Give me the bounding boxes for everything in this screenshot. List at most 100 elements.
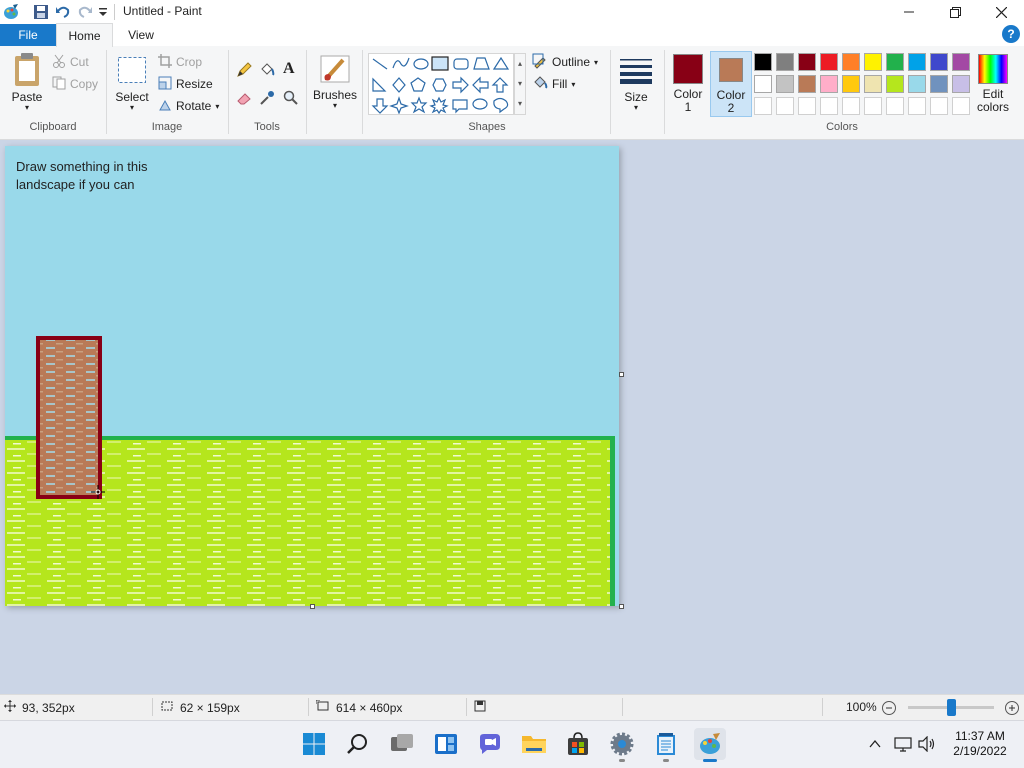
rainbow-icon	[978, 54, 1008, 84]
resize-button[interactable]: Resize	[158, 75, 213, 93]
palette-swatch[interactable]	[842, 97, 860, 115]
pencil-icon[interactable]	[236, 62, 252, 78]
system-clock[interactable]: 11:37 AM 2/19/2022	[944, 729, 1016, 759]
palette-swatch[interactable]	[754, 97, 772, 115]
start-button[interactable]	[298, 728, 330, 760]
paint-taskbar-button[interactable]	[694, 728, 726, 760]
palette-swatch[interactable]	[908, 53, 926, 71]
zoom-slider-thumb[interactable]	[947, 699, 956, 716]
palette-swatch[interactable]	[864, 97, 882, 115]
redo-icon[interactable]	[77, 4, 93, 20]
fill-bucket-icon[interactable]	[259, 62, 275, 78]
palette-swatch[interactable]	[886, 75, 904, 93]
copy-button[interactable]: Copy	[52, 75, 98, 93]
outline-button[interactable]: Outline ▾	[532, 53, 598, 71]
palette-swatch[interactable]	[754, 75, 772, 93]
color1-button[interactable]: Color 1	[668, 52, 708, 116]
palette-swatch[interactable]	[952, 75, 970, 93]
help-icon[interactable]: ?	[1002, 25, 1020, 43]
palette-swatch[interactable]	[776, 97, 794, 115]
restore-button[interactable]	[932, 0, 978, 24]
color2-button[interactable]: Color 2	[710, 51, 752, 117]
palette-swatch[interactable]	[864, 75, 882, 93]
palette-swatch[interactable]	[930, 53, 948, 71]
paint-icon	[700, 733, 720, 754]
crop-button[interactable]: Crop	[158, 53, 202, 71]
crop-icon	[158, 53, 172, 71]
customize-quick-access-icon[interactable]	[98, 6, 108, 18]
palette-swatch[interactable]	[776, 53, 794, 71]
minimize-button[interactable]	[886, 0, 932, 24]
palette-swatch[interactable]	[820, 53, 838, 71]
resize-handle-corner[interactable]	[619, 604, 624, 609]
zoom-out-button[interactable]	[881, 700, 897, 716]
resize-handle-bottom[interactable]	[310, 604, 315, 609]
selection-size-text: 62 × 159px	[180, 700, 240, 715]
fill-button[interactable]: Fill ▾	[532, 75, 575, 93]
palette-swatch[interactable]	[864, 53, 882, 71]
palette-swatch[interactable]	[754, 53, 772, 71]
palette-swatch[interactable]	[798, 53, 816, 71]
palette-swatch[interactable]	[930, 75, 948, 93]
palette-swatch[interactable]	[842, 75, 860, 93]
tab-view[interactable]: View	[113, 24, 169, 46]
clock-date: 2/19/2022	[953, 744, 1007, 758]
eraser-icon[interactable]	[236, 90, 252, 106]
chevron-up-icon[interactable]	[868, 737, 882, 751]
palette-swatch[interactable]	[820, 75, 838, 93]
edit-colors-button[interactable]: Edit colors	[974, 52, 1012, 116]
palette-swatch[interactable]	[820, 97, 838, 115]
task-view-button[interactable]	[386, 728, 418, 760]
search-button[interactable]	[342, 728, 374, 760]
volume-icon[interactable]	[918, 735, 936, 753]
zoom-level-text: 100%	[846, 700, 877, 714]
store-button[interactable]	[562, 728, 594, 760]
shapes-gallery[interactable]	[368, 53, 514, 115]
close-button[interactable]	[978, 0, 1024, 24]
cut-button[interactable]: Cut	[52, 53, 89, 71]
running-indicator	[619, 759, 625, 762]
palette-swatch[interactable]	[798, 97, 816, 115]
paint-app-icon[interactable]	[2, 3, 20, 21]
rotate-button[interactable]: Rotate ▾	[158, 97, 219, 115]
color-picker-icon[interactable]	[259, 90, 275, 106]
widgets-button[interactable]	[430, 728, 462, 760]
text-tool-icon[interactable]: A	[283, 60, 299, 78]
zoom-in-button[interactable]	[1004, 700, 1020, 716]
size-button[interactable]: Size ▾	[616, 52, 656, 116]
magnifier-icon[interactable]	[283, 90, 299, 106]
palette-swatch[interactable]	[908, 97, 926, 115]
drawing-canvas[interactable]: Draw something in this landscape if you …	[5, 146, 619, 606]
shapes-scrollbar[interactable]: ▴ ▾ ▾	[514, 53, 526, 115]
brush-icon	[319, 52, 351, 86]
tab-home[interactable]: Home	[56, 23, 113, 47]
palette-swatch[interactable]	[908, 75, 926, 93]
tab-file[interactable]: File	[0, 24, 56, 46]
landscape-drawing	[5, 336, 615, 606]
network-icon[interactable]	[894, 736, 912, 752]
save-icon[interactable]	[33, 4, 49, 20]
palette-swatch[interactable]	[798, 75, 816, 93]
notepad-button[interactable]	[650, 728, 682, 760]
canvas-text-line1: Draw something in this	[16, 159, 148, 174]
canvas-text-line2: landscape if you can	[16, 177, 135, 192]
palette-swatch[interactable]	[886, 53, 904, 71]
palette-swatch[interactable]	[776, 75, 794, 93]
select-button[interactable]: Select ▾	[112, 52, 152, 116]
file-explorer-button[interactable]	[518, 728, 550, 760]
palette-swatch[interactable]	[952, 53, 970, 71]
palette-swatch[interactable]	[842, 53, 860, 71]
palette-swatch[interactable]	[952, 97, 970, 115]
brushes-button[interactable]: Brushes ▾	[312, 52, 358, 116]
paste-label: Paste	[11, 90, 43, 104]
image-size-icon	[315, 699, 330, 715]
undo-icon[interactable]	[55, 4, 71, 20]
palette-swatch[interactable]	[886, 97, 904, 115]
paste-button[interactable]: Paste ▾	[8, 52, 46, 116]
palette-swatch[interactable]	[930, 97, 948, 115]
resize-handle-right[interactable]	[619, 372, 624, 377]
line-size-icon	[620, 56, 652, 84]
chat-button[interactable]	[474, 728, 506, 760]
shapes-group-label: Shapes	[468, 121, 506, 133]
settings-button[interactable]	[606, 728, 638, 760]
